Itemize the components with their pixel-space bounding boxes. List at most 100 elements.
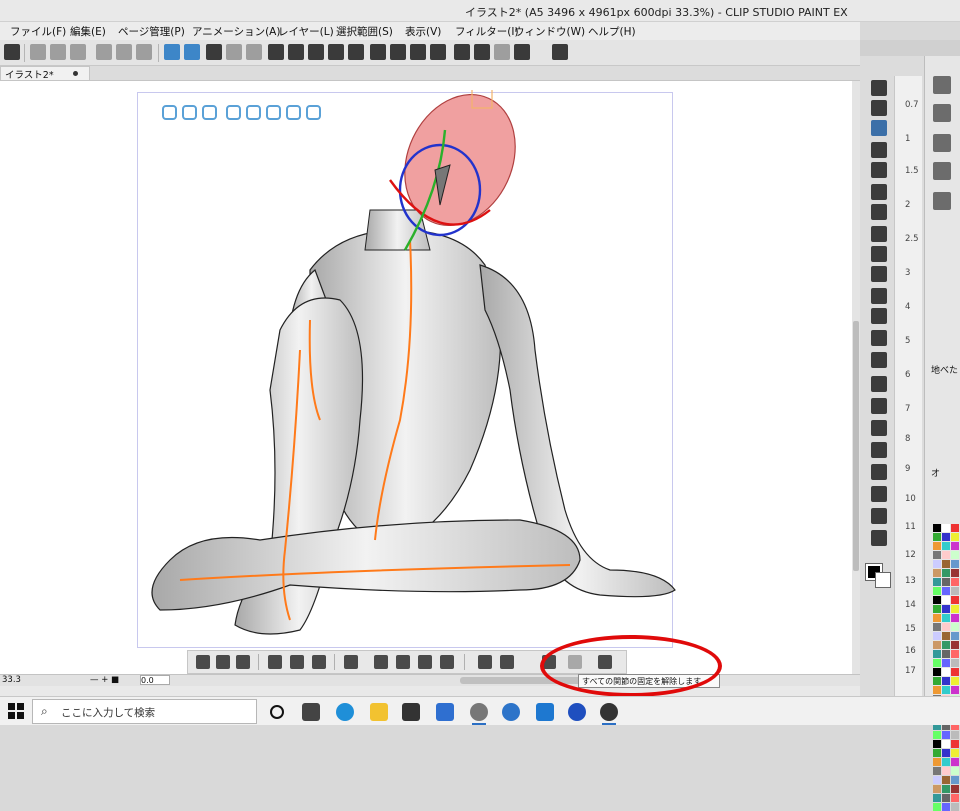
color-swatch[interactable] (933, 587, 941, 595)
frame-tool-icon[interactable] (871, 442, 887, 458)
color-swatch[interactable] (951, 614, 959, 622)
pencil-tool-icon[interactable] (871, 246, 887, 262)
clip-studio-icon[interactable] (470, 703, 488, 721)
rotate-x-icon[interactable] (286, 105, 301, 120)
balloon-tool-icon[interactable] (871, 530, 887, 546)
color-swatch[interactable] (942, 596, 950, 604)
color-swatch[interactable] (942, 650, 950, 658)
text-tool-icon[interactable] (871, 508, 887, 524)
color-swatch[interactable] (933, 668, 941, 676)
color-swatch[interactable] (942, 740, 950, 748)
chevron-left-icon[interactable] (196, 655, 210, 669)
ruler-tool-icon[interactable] (871, 464, 887, 480)
color-swatch[interactable] (933, 542, 941, 550)
menu-selection[interactable]: 選択範囲(S) (336, 24, 393, 39)
brush-tool-icon[interactable] (871, 288, 887, 304)
color-swatch[interactable] (933, 785, 941, 793)
color-swatch[interactable] (951, 776, 959, 784)
scroll-thumb[interactable] (853, 321, 859, 571)
color-swatch[interactable] (951, 623, 959, 631)
color-swatch[interactable] (942, 794, 950, 802)
display-icon[interactable] (514, 44, 530, 60)
snap-ruler-icon[interactable] (206, 44, 222, 60)
color-swatch[interactable] (942, 623, 950, 631)
taskbar-search-input[interactable]: ⌕ ここに入力して検索 (32, 699, 257, 724)
color-swatch[interactable] (951, 803, 959, 811)
menu-page[interactable]: ページ管理(P) (118, 24, 185, 39)
color-swatch[interactable] (942, 632, 950, 640)
color-swatch[interactable] (933, 632, 941, 640)
color-swatch[interactable] (951, 677, 959, 685)
color-swatch[interactable] (951, 605, 959, 613)
color-swatch[interactable] (951, 596, 959, 604)
color-swatch[interactable] (933, 533, 941, 541)
menu-edit[interactable]: 編集(E) (70, 24, 106, 39)
color-swatch[interactable] (951, 578, 959, 586)
color-swatch[interactable] (942, 731, 950, 739)
color-swatch[interactable] (933, 650, 941, 658)
color-swatch[interactable] (933, 776, 941, 784)
color-swatch[interactable] (951, 533, 959, 541)
color-swatch[interactable] (951, 650, 959, 658)
zoom-controls[interactable]: — + ■ (90, 675, 119, 685)
color-swatch[interactable] (951, 641, 959, 649)
color-swatch[interactable] (951, 740, 959, 748)
vertical-scrollbar[interactable] (852, 81, 860, 674)
browser-icon[interactable] (502, 703, 520, 721)
rotate-camera-icon[interactable] (162, 105, 177, 120)
wrench-icon[interactable] (236, 655, 250, 669)
color-swatch[interactable] (951, 668, 959, 676)
lasso-tool-icon[interactable] (871, 142, 887, 158)
color-swatch[interactable] (951, 542, 959, 550)
move-plane-icon[interactable] (306, 105, 321, 120)
color-swatch[interactable] (951, 686, 959, 694)
transform-icon[interactable] (308, 44, 324, 60)
save-icon[interactable] (70, 44, 86, 60)
color-swatch[interactable] (942, 641, 950, 649)
color-swatch[interactable] (942, 551, 950, 559)
color-swatch[interactable] (933, 749, 941, 757)
border-icon[interactable] (136, 44, 152, 60)
move-camera-icon[interactable] (202, 105, 217, 120)
pen-pressure-icon[interactable] (164, 44, 180, 60)
export-icon[interactable] (410, 44, 426, 60)
color-swatch[interactable] (933, 578, 941, 586)
color-swatch[interactable] (942, 758, 950, 766)
word-icon[interactable] (568, 703, 586, 721)
fill-tool-icon[interactable] (871, 376, 887, 392)
color-swatch[interactable] (942, 542, 950, 550)
color-swatch[interactable] (951, 794, 959, 802)
menu-layer[interactable]: レイヤー(L) (278, 24, 334, 39)
color-swatch[interactable] (933, 560, 941, 568)
windows-start-icon[interactable] (8, 703, 24, 719)
color-swatch[interactable] (933, 686, 941, 694)
menu-filter[interactable]: フィルター(I) (455, 24, 519, 39)
cortana-icon[interactable] (270, 705, 284, 719)
clip-paint-icon[interactable] (600, 703, 618, 721)
pen-tool-icon[interactable] (871, 204, 887, 220)
color-swatch[interactable] (942, 677, 950, 685)
color-swatch[interactable] (942, 524, 950, 532)
rotate-object-icon[interactable] (246, 105, 261, 120)
color-swatch[interactable] (933, 767, 941, 775)
color-swatch[interactable] (933, 803, 941, 811)
ground-icon[interactable] (312, 655, 326, 669)
rotation-value[interactable]: 0.0 (140, 675, 170, 685)
color-swatch[interactable] (942, 569, 950, 577)
color-swatch[interactable] (942, 686, 950, 694)
color-swatch[interactable] (933, 677, 941, 685)
undo-icon[interactable] (474, 44, 490, 60)
color-swatch[interactable] (951, 587, 959, 595)
color-swatch[interactable] (933, 641, 941, 649)
color-swatch[interactable] (933, 740, 941, 748)
menu-animation[interactable]: アニメーション(A) (192, 24, 280, 39)
file-explorer-icon[interactable] (370, 703, 388, 721)
stop-icon[interactable] (370, 44, 386, 60)
color-swatch[interactable] (933, 794, 941, 802)
edge-icon[interactable] (336, 703, 354, 721)
chevron-right-icon[interactable] (216, 655, 230, 669)
color-swatch[interactable] (933, 623, 941, 631)
settings-icon[interactable] (418, 655, 432, 669)
sub-color-swatch[interactable] (875, 572, 891, 588)
color-swatch[interactable] (942, 533, 950, 541)
